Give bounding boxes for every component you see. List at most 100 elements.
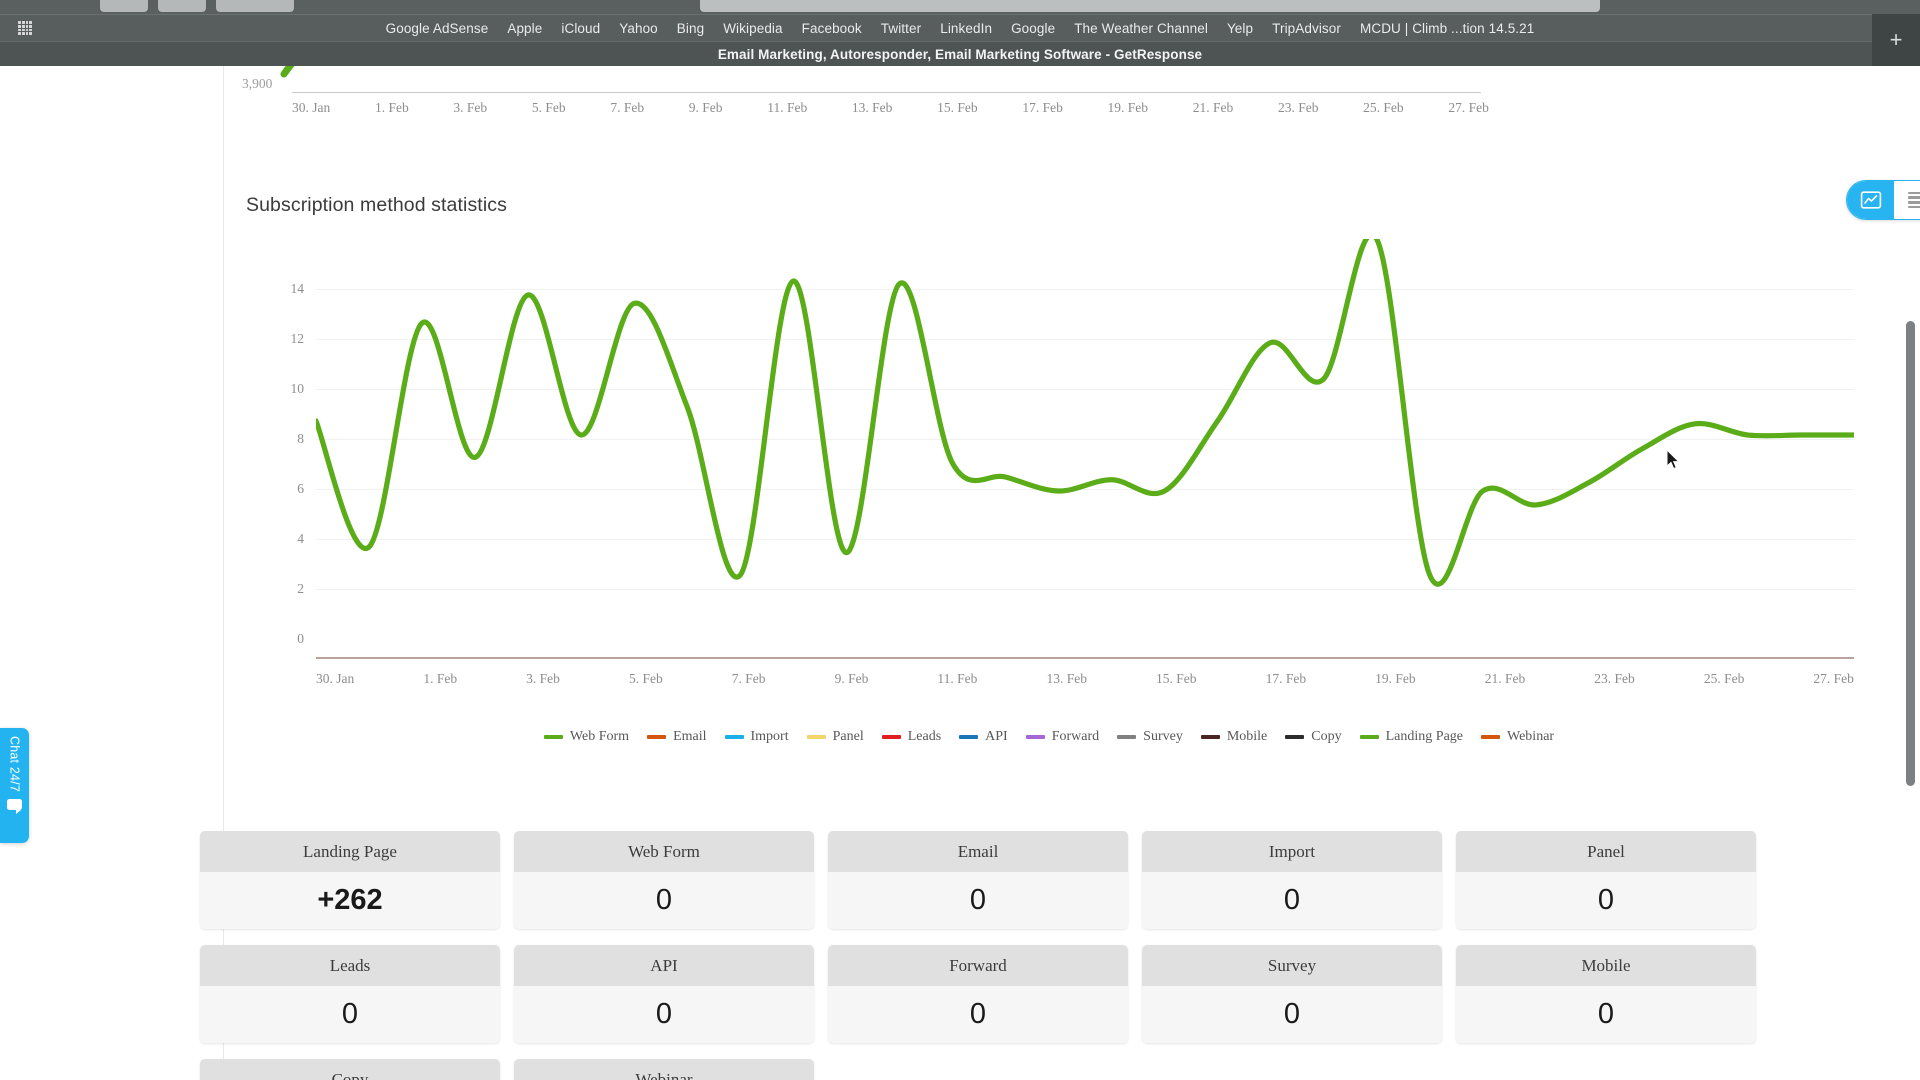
legend-swatch-icon: [959, 735, 979, 739]
bookmark-item[interactable]: TripAdvisor: [1272, 21, 1341, 36]
stat-card-web-form: Web Form 0: [514, 831, 814, 929]
bookmark-item[interactable]: iCloud: [561, 21, 600, 36]
bookmark-item[interactable]: Google: [1011, 21, 1055, 36]
legend-swatch-icon: [1200, 735, 1220, 739]
x-tick: 5. Feb: [628, 671, 663, 686]
x-tick: 25. Feb: [1363, 100, 1404, 115]
legend-swatch-icon: [881, 735, 901, 739]
page-scrollbar-thumb[interactable]: [1906, 321, 1915, 786]
x-tick: 1. Feb: [374, 100, 409, 115]
legend-item-webinar[interactable]: Webinar: [1481, 729, 1554, 745]
stat-card-survey: Survey 0: [1142, 945, 1442, 1043]
stat-card-label: Webinar: [514, 1059, 814, 1080]
new-tab-button[interactable]: +: [1872, 14, 1920, 66]
x-tick: 9. Feb: [688, 100, 723, 115]
x-tick: 17. Feb: [1022, 100, 1063, 115]
y-tick: 14: [290, 281, 305, 296]
page-viewport: 3,900 30. Jan 1. Feb 3. Feb 5. Feb 7. Fe…: [0, 66, 1920, 1080]
legend-item-leads[interactable]: Leads: [881, 729, 942, 745]
legend-item-web-form[interactable]: Web Form: [543, 729, 629, 745]
y-tick: 0: [297, 631, 304, 646]
legend-item-survey[interactable]: Survey: [1117, 729, 1183, 745]
chart-baseline: [316, 657, 1854, 659]
bookmark-item[interactable]: Yahoo: [619, 21, 658, 36]
bookmark-list: Google AdSense Apple iCloud Yahoo Bing W…: [0, 15, 1920, 41]
legend-item-panel[interactable]: Panel: [806, 729, 864, 745]
x-tick: 1. Feb: [423, 671, 458, 686]
chat-bubble-icon: [7, 799, 22, 815]
legend-item-mobile[interactable]: Mobile: [1200, 729, 1268, 745]
chat-widget-label: Chat 24/7: [7, 736, 22, 793]
legend-label: Forward: [1051, 729, 1100, 744]
stat-card-value: 0: [514, 872, 814, 929]
stat-card-label: Survey: [1142, 945, 1442, 986]
x-tick: 23. Feb: [1277, 100, 1319, 115]
x-tick: 21. Feb: [1484, 671, 1526, 686]
stat-card-value: 0: [828, 872, 1128, 929]
browser-tab[interactable]: [100, 0, 148, 12]
chat-widget[interactable]: Chat 24/7: [0, 728, 29, 843]
bookmark-item[interactable]: The Weather Channel: [1074, 21, 1208, 36]
stat-card-value: 0: [828, 986, 1128, 1043]
page-scrollbar-track[interactable]: [1905, 66, 1918, 1080]
main-content: 3,900 30. Jan 1. Feb 3. Feb 5. Feb 7. Fe…: [200, 66, 1920, 1080]
stat-card-label: Import: [1142, 831, 1442, 872]
x-tick: 3. Feb: [526, 671, 560, 686]
bookmark-item[interactable]: Google AdSense: [386, 21, 489, 36]
legend-label: Webinar: [1507, 729, 1555, 744]
stat-card-value: +262: [200, 872, 500, 929]
legend-label: Landing Page: [1385, 729, 1463, 744]
previous-chart-line: [280, 66, 295, 78]
chart-x-axis: 30. Jan 1. Feb 3. Feb 5. Feb 7. Feb 9. F…: [316, 671, 1854, 687]
previous-chart-y-label: 3,900: [242, 76, 273, 91]
x-tick: 5. Feb: [531, 100, 566, 115]
bookmark-item[interactable]: Bing: [677, 21, 704, 36]
bookmark-item[interactable]: Yelp: [1227, 21, 1253, 36]
bookmark-item[interactable]: MCDU | Climb ...tion 14.5.21: [1360, 21, 1534, 36]
chart-plot-area: [316, 239, 1854, 659]
browser-tab[interactable]: [158, 0, 206, 12]
stat-card-import: Import 0: [1142, 831, 1442, 929]
y-tick: 2: [297, 581, 304, 596]
legend-label: Survey: [1143, 729, 1183, 744]
bookmark-item[interactable]: Apple: [507, 21, 542, 36]
bookmark-item[interactable]: Facebook: [802, 21, 862, 36]
legend-item-landing-page[interactable]: Landing Page: [1359, 729, 1463, 745]
previous-chart-partial: 3,900 30. Jan 1. Feb 3. Feb 5. Feb 7. Fe…: [224, 66, 1549, 128]
stat-card-grid: Landing Page +262 Web Form 0 Email 0 Import 0 Pa…: [200, 831, 1820, 1080]
previous-chart-axis: [292, 92, 1481, 93]
stat-card-api: API 0: [514, 945, 814, 1043]
legend-item-import[interactable]: Import: [724, 729, 789, 745]
legend-item-email[interactable]: Email: [647, 729, 707, 745]
x-tick: 13. Feb: [851, 100, 893, 115]
stat-card-panel: Panel 0: [1456, 831, 1756, 929]
stat-card-value: 0: [1456, 872, 1756, 929]
y-tick: 12: [290, 331, 305, 346]
browser-address-bar[interactable]: [700, 0, 1600, 12]
stat-card-landing-page: Landing Page +262: [200, 831, 500, 929]
legend-label: Panel: [832, 729, 864, 744]
stat-card-copy: Copy0: [200, 1059, 500, 1080]
legend-item-copy[interactable]: Copy: [1285, 729, 1342, 745]
x-tick: 7. Feb: [731, 671, 766, 686]
stat-card-email: Email 0: [828, 831, 1128, 929]
bookmark-bar: Google AdSense Apple iCloud Yahoo Bing W…: [0, 14, 1920, 41]
legend-item-api[interactable]: API: [959, 729, 1008, 745]
browser-tab[interactable]: [216, 0, 294, 12]
browser-tab-strip: [0, 0, 1920, 14]
legend-item-forward[interactable]: Forward: [1025, 729, 1100, 745]
x-tick: 7. Feb: [610, 100, 645, 115]
bookmark-item[interactable]: Twitter: [881, 21, 921, 36]
legend-label: Mobile: [1226, 729, 1268, 744]
line-chart-icon: [1860, 191, 1881, 209]
stat-card-webinar: Webinar0: [514, 1059, 814, 1080]
legend-label: Import: [750, 729, 789, 744]
chart-view-toggle-button[interactable]: [1847, 181, 1894, 219]
bookmark-item[interactable]: Wikipedia: [723, 21, 782, 36]
y-tick: 4: [297, 531, 304, 546]
bookmark-item[interactable]: LinkedIn: [940, 21, 992, 36]
legend-swatch-icon: [1285, 735, 1305, 739]
stat-card-label: Web Form: [514, 831, 814, 872]
legend-label: Leads: [907, 729, 942, 744]
stat-card-leads: Leads 0: [200, 945, 500, 1043]
